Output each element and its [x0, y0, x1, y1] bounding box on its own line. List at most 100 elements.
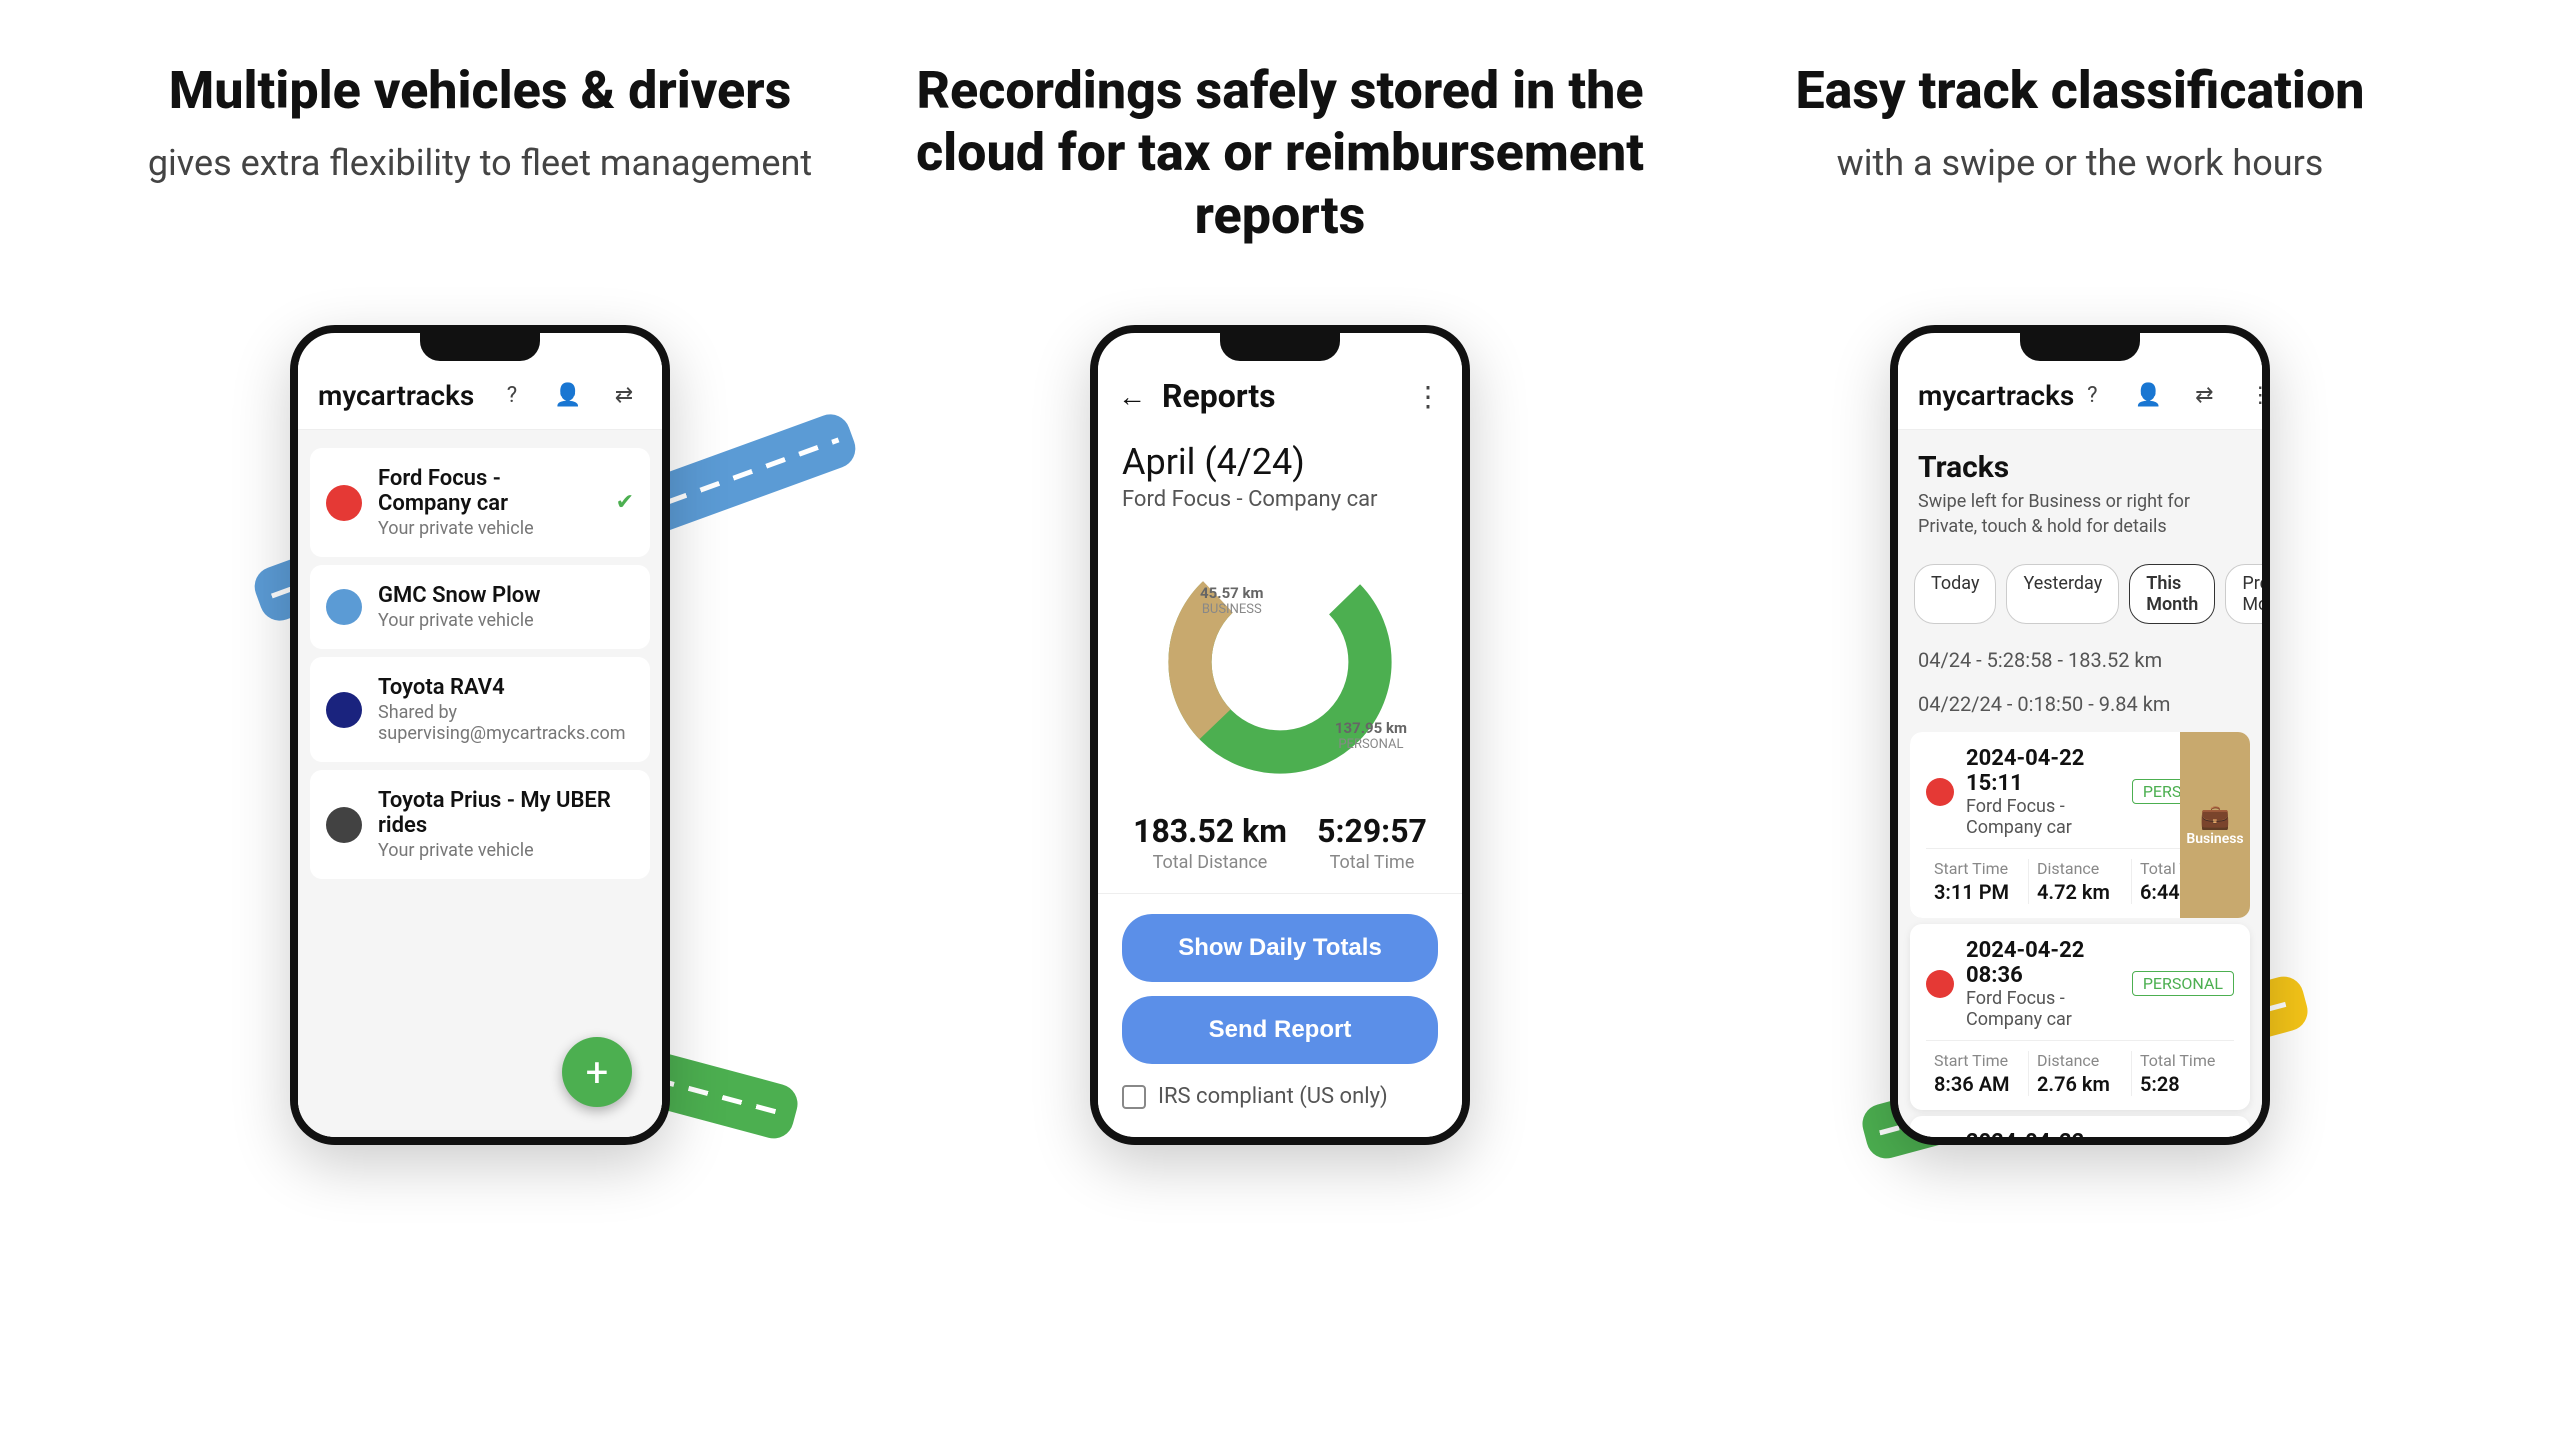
track-1-datetime: 2024-04-22 15:11 [1966, 746, 2120, 796]
add-vehicle-button[interactable]: + [562, 1037, 632, 1107]
tracks-list: 2024-04-22 15:11 Ford Focus - Company ca… [1898, 726, 2262, 1138]
help-icon[interactable]: ? [494, 377, 530, 413]
vehicle-name-prius: Toyota Prius - My UBER rides [378, 788, 634, 838]
donut-chart-container: 45.57 km BUSINESS 137.95 km PERSONAL [1098, 522, 1462, 802]
features-header: Multiple vehicles & drivers gives extra … [0, 0, 2560, 305]
irs-label: IRS compliant (US only) [1158, 1084, 1388, 1109]
check-icon-ford: ✔ [616, 490, 634, 515]
track-1-dist-label: Distance [2037, 859, 2123, 878]
stat-time-value: 5:29:57 [1317, 812, 1427, 850]
feature-recordings: Recordings safely stored in the cloud fo… [890, 60, 1670, 265]
stat-distance-value: 183.52 km [1133, 812, 1287, 850]
phone-tracks: mycartracks ? 👤 ⇄ ⋮ Tracks Swipe left fo… [1890, 325, 2270, 1145]
track-1-dist-value: 4.72 km [2037, 880, 2123, 904]
stat-time: 5:29:57 Total Time [1317, 812, 1427, 873]
date-header-1: 04/24 - 5:28:58 - 183.52 km [1898, 638, 2262, 682]
vehicle-item-gmc[interactable]: GMC Snow Plow Your private vehicle [310, 565, 650, 649]
switch-icon-3[interactable]: ⇄ [2186, 377, 2222, 413]
tracks-subtitle: Swipe left for Business or right for Pri… [1918, 489, 2242, 539]
app-name-3: mycartracks [1918, 379, 2074, 412]
report-period-title: April (4/24) [1122, 441, 1438, 483]
phone-vehicles: mycartracks ? 👤 ⇄ Ford Focus - Company c… [290, 325, 670, 1145]
track-2-dist-value: 2.76 km [2037, 1072, 2123, 1096]
vehicle-sub-gmc: Your private vehicle [378, 610, 634, 631]
filter-tabs: Today Yesterday This Month Previous Mont… [1898, 550, 2262, 638]
tab-today[interactable]: Today [1914, 564, 1996, 624]
switch-icon[interactable]: ⇄ [606, 377, 642, 413]
back-button[interactable]: ← [1118, 380, 1146, 413]
track-1-start-value: 3:11 PM [1934, 880, 2020, 904]
track-2-start: Start Time 8:36 AM [1926, 1051, 2029, 1096]
header-icons-1: ? 👤 ⇄ [494, 377, 642, 413]
track-2-start-value: 8:36 AM [1934, 1072, 2020, 1096]
phone-1-inner: mycartracks ? 👤 ⇄ Ford Focus - Company c… [298, 361, 662, 1137]
help-icon-3[interactable]: ? [2074, 377, 2110, 413]
tab-this-month[interactable]: This Month [2129, 564, 2215, 624]
more-options-button[interactable]: ⋮ [1414, 380, 1442, 413]
tab-yesterday[interactable]: Yesterday [2006, 564, 2119, 624]
track-2-header: 2024-04-22 08:36 Ford Focus - Company ca… [1926, 938, 2234, 1030]
phone-1-notch [420, 333, 540, 361]
track-item-3[interactable]: 2024-04-22 08:20 Ford Focus - Company ca… [1910, 1116, 2250, 1138]
vehicle-info-ford: Ford Focus - Company car Your private ve… [378, 466, 600, 539]
irs-checkbox[interactable] [1122, 1085, 1146, 1109]
vehicle-item-prius[interactable]: Toyota Prius - My UBER rides Your privat… [310, 770, 650, 879]
profile-icon-3[interactable]: 👤 [2130, 377, 2166, 413]
phone-2-inner: ← Reports ⋮ April (4/24) Ford Focus - Co… [1098, 361, 1462, 1137]
feature-vehicles-subtitle: gives extra flexibility to fleet managem… [90, 140, 870, 187]
vehicle-dot-rav4 [326, 692, 362, 728]
track-2-badge: PERSONAL [2132, 971, 2234, 996]
track-2-info: 2024-04-22 08:36 Ford Focus - Company ca… [1966, 938, 2120, 1030]
vehicle-dot-ford [326, 485, 362, 521]
app-name-1: mycartracks [318, 379, 474, 412]
vehicle-dot-prius [326, 807, 362, 843]
tracks-title: Tracks [1918, 450, 2242, 485]
vehicle-item-rav4[interactable]: Toyota RAV4 Shared by supervising@mycart… [310, 657, 650, 762]
vehicle-sub-prius: Your private vehicle [378, 840, 634, 861]
track-item-2[interactable]: 2024-04-22 08:36 Ford Focus - Company ca… [1910, 924, 2250, 1110]
track-3-info: 2024-04-22 08:20 Ford Focus - Company ca… [1966, 1130, 2120, 1138]
header-icons-3: ? 👤 ⇄ ⋮ [2074, 377, 2262, 413]
vehicle-sub-ford: Your private vehicle [378, 518, 600, 539]
vehicle-info-gmc: GMC Snow Plow Your private vehicle [378, 583, 634, 631]
track-1-start: Start Time 3:11 PM [1926, 859, 2029, 904]
stat-distance: 183.52 km Total Distance [1133, 812, 1287, 873]
track-3-header: 2024-04-22 08:20 Ford Focus - Company ca… [1926, 1130, 2234, 1138]
track-item-1[interactable]: 2024-04-22 15:11 Ford Focus - Company ca… [1910, 732, 2250, 918]
stat-time-label: Total Time [1317, 852, 1427, 873]
feature-vehicles-title: Multiple vehicles & drivers [90, 60, 870, 122]
more-icon-3[interactable]: ⋮ [2242, 377, 2262, 413]
tracks-section-header: Tracks Swipe left for Business or right … [1898, 430, 2262, 549]
track-2-time-value: 5:28 [2140, 1072, 2226, 1096]
track-2-dist-label: Distance [2037, 1051, 2123, 1070]
phone-1-header: mycartracks ? 👤 ⇄ [298, 361, 662, 430]
reports-title: Reports [1162, 377, 1398, 415]
vehicle-sub-rav4: Shared by supervising@mycartracks.com [378, 702, 634, 744]
track-2-vehicle: Ford Focus - Company car [1966, 988, 2120, 1030]
feature-classification: Easy track classification with a swipe o… [1690, 60, 2470, 265]
irs-row: IRS compliant (US only) [1098, 1084, 1462, 1109]
business-swipe-label: Business [2186, 831, 2243, 847]
track-2-start-label: Start Time [1934, 1051, 2020, 1070]
track-3-datetime: 2024-04-22 08:20 [1966, 1130, 2120, 1138]
profile-icon[interactable]: 👤 [550, 377, 586, 413]
stat-distance-label: Total Distance [1133, 852, 1287, 873]
phone-3-header: mycartracks ? 👤 ⇄ ⋮ [1898, 361, 2262, 430]
phone-reports: ← Reports ⋮ April (4/24) Ford Focus - Co… [1090, 325, 1470, 1145]
track-2-datetime: 2024-04-22 08:36 [1966, 938, 2120, 988]
show-daily-totals-button[interactable]: Show Daily Totals [1122, 914, 1438, 982]
business-swipe-action: 💼 Business [2180, 732, 2250, 918]
phone-3-inner: mycartracks ? 👤 ⇄ ⋮ Tracks Swipe left fo… [1898, 361, 2262, 1137]
feature-classification-title: Easy track classification [1690, 60, 2470, 122]
track-dot-2 [1926, 970, 1954, 998]
send-report-button[interactable]: Send Report [1122, 996, 1438, 1064]
track-2-time-label: Total Time [2140, 1051, 2226, 1070]
feature-classification-subtitle: with a swipe or the work hours [1690, 140, 2470, 187]
date-header-2: 04/22/24 - 0:18:50 - 9.84 km [1898, 682, 2262, 726]
phone-2-frame: ← Reports ⋮ April (4/24) Ford Focus - Co… [1090, 325, 1470, 1145]
vehicle-name-rav4: Toyota RAV4 [378, 675, 634, 700]
tab-previous-month[interactable]: Previous Month [2225, 564, 2262, 624]
vehicle-item-ford[interactable]: Ford Focus - Company car Your private ve… [310, 448, 650, 557]
phones-section: mycartracks ? 👤 ⇄ Ford Focus - Company c… [0, 305, 2560, 1185]
feature-vehicles: Multiple vehicles & drivers gives extra … [90, 60, 870, 265]
